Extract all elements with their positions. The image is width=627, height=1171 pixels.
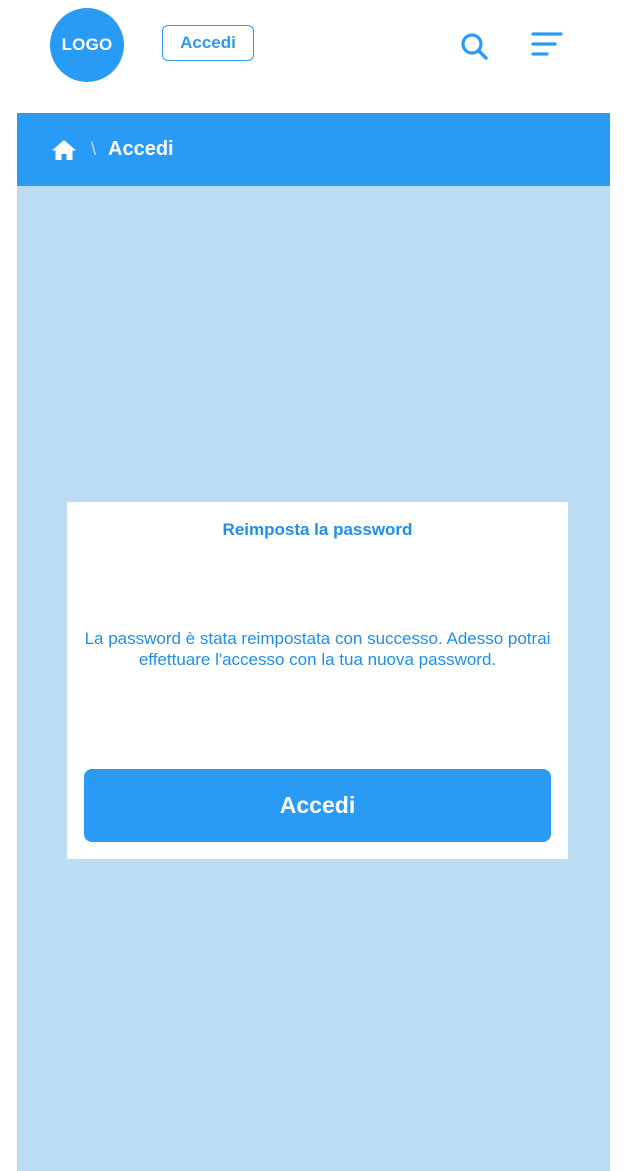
menu-button[interactable] xyxy=(530,30,564,60)
login-button[interactable]: Accedi xyxy=(84,769,551,842)
top-header: LOGO Accedi xyxy=(0,0,627,113)
success-message: La password è stata reimpostata con succ… xyxy=(84,629,551,669)
logo[interactable]: LOGO xyxy=(50,8,124,82)
home-icon[interactable] xyxy=(51,138,77,162)
breadcrumb-current: Accedi xyxy=(108,138,174,160)
content-area: \ Accedi Reimposta la password La passwo… xyxy=(17,113,610,1171)
reset-password-card: Reimposta la password La password è stat… xyxy=(67,502,568,859)
card-title: Reimposta la password xyxy=(222,520,413,539)
search-icon xyxy=(461,33,488,60)
search-button[interactable] xyxy=(458,30,490,62)
login-header-button[interactable]: Accedi xyxy=(162,25,254,61)
breadcrumb-separator: \ xyxy=(91,139,97,159)
breadcrumb: \ Accedi xyxy=(17,113,610,186)
page: LOGO Accedi \ Accedi Reimposta la passwo… xyxy=(0,0,627,1171)
menu-icon xyxy=(531,32,563,56)
